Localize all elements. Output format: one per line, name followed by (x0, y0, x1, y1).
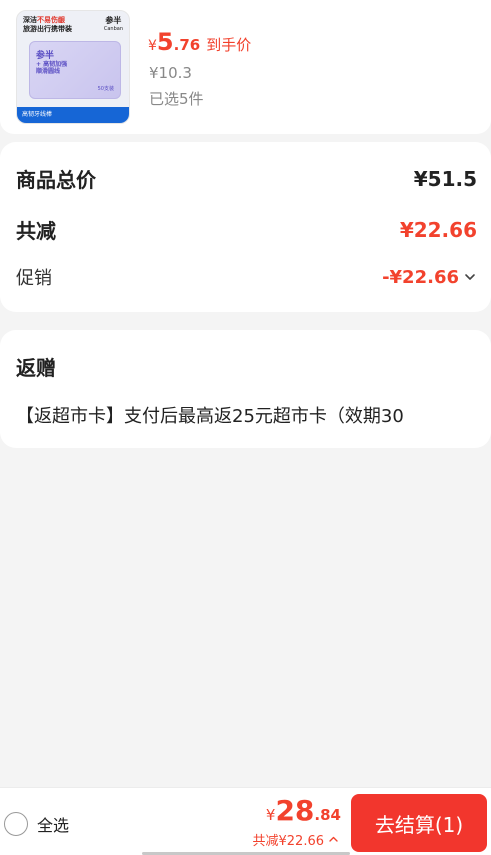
thumb-package: 参半 + 高韧加强 顺滑圆线 50支装 (29, 41, 121, 99)
checkout-bar: 全选 ¥28.84 共减¥22.66 去结算(1) (0, 787, 491, 855)
promo-value-toggle[interactable]: -¥22.66 (382, 267, 477, 288)
original-price: ¥10.3 (149, 64, 192, 82)
selected-count: 已选5件 (149, 90, 204, 108)
thumb-brand-logo: 参半 Canban (103, 16, 123, 32)
radio-unchecked-icon[interactable] (4, 812, 28, 836)
price-summary-card: 商品总价 ¥51.5 共减 ¥22.66 促销 -¥22.66 (0, 142, 491, 312)
gift-card: 返赠 【返超市卡】支付后最高返25元超市卡（效期30 (0, 330, 491, 448)
thumb-footer-label: 高韧牙线棒 (17, 107, 129, 123)
product-image[interactable]: 深洁不易伤龈 旅游出行携带装 参半 Canban 参半 + 高韧加强 顺滑圆线 5… (16, 10, 130, 124)
final-price: ¥5.76 到手价 (148, 28, 252, 56)
payable-total: ¥28.84 (265, 794, 341, 827)
goods-total-label: 商品总价 (16, 168, 96, 192)
goods-total-row: 商品总价 ¥51.5 (16, 164, 477, 193)
promo-value: -¥22.66 (382, 266, 459, 288)
gift-title: 返赠 (16, 356, 56, 380)
final-price-tag: 到手价 (206, 36, 252, 54)
product-card[interactable]: 深洁不易伤龈 旅游出行携带装 参半 Canban 参半 + 高韧加强 顺滑圆线 5… (0, 0, 491, 134)
goods-total-value: ¥51.5 (413, 166, 477, 191)
reduction-value: ¥22.66 (399, 217, 477, 242)
chevron-down-icon[interactable] (463, 270, 477, 284)
gift-description: 【返超市卡】支付后最高返25元超市卡（效期30 (16, 406, 404, 427)
select-all-toggle[interactable]: 全选 (4, 812, 69, 836)
select-all-label: 全选 (37, 816, 70, 835)
reduction-row: 共减 ¥22.66 (16, 215, 477, 244)
pay-reduction-text: 共减¥22.66 (252, 834, 325, 849)
chevron-up-icon[interactable] (328, 834, 339, 845)
promo-row[interactable]: 促销 -¥22.66 (16, 264, 477, 290)
reduction-detail-toggle[interactable]: 共减¥22.66 (253, 830, 340, 849)
thumb-headline: 深洁不易伤龈 旅游出行携带装 (23, 16, 72, 33)
promo-label: 促销 (16, 268, 52, 289)
reduction-label: 共减 (16, 219, 56, 243)
checkout-button[interactable]: 去结算(1) (351, 794, 487, 852)
